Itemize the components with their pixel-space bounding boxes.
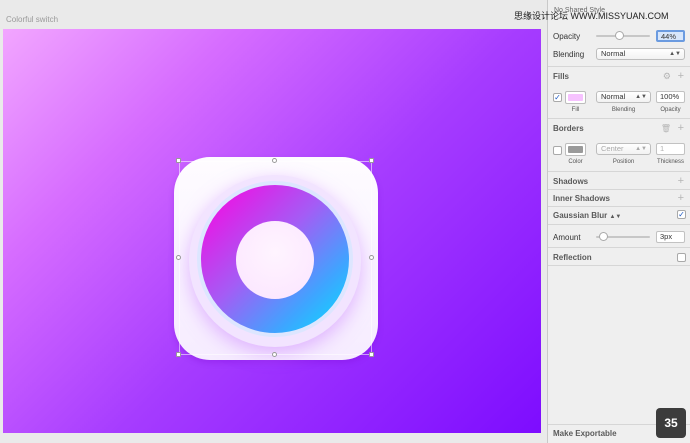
divider xyxy=(548,171,690,172)
inner-shadows-title: Inner Shadows xyxy=(553,194,610,203)
fill-blending-value: Normal xyxy=(601,92,626,101)
amount-row: Amount 3px xyxy=(548,230,690,244)
border-color-swatch xyxy=(568,146,583,153)
gaussian-blur-checkbox[interactable]: ✓ xyxy=(677,210,686,219)
blending-row: Blending Normal ▲▼ xyxy=(548,47,690,61)
resize-handle-top-left[interactable] xyxy=(176,158,181,163)
ring-center[interactable] xyxy=(236,221,314,299)
stepper-arrows-icon: ▲▼ xyxy=(669,51,681,57)
gaussian-blur-select[interactable]: Gaussian Blur ▲▼ xyxy=(553,211,621,220)
stepper-arrows-icon: ▲▼ xyxy=(635,146,647,152)
border-thickness-sublabel: Thickness xyxy=(656,159,684,165)
border-position-select[interactable]: Center ▲▼ xyxy=(596,143,651,155)
border-color-sublabel: Color xyxy=(568,159,583,165)
fill-blending-select[interactable]: Normal ▲▼ xyxy=(596,91,651,103)
fill-opacity-sublabel: Opacity xyxy=(660,107,681,113)
checkmark-icon: ✓ xyxy=(554,93,561,102)
add-border-plus-icon[interactable]: + xyxy=(678,123,684,134)
fill-sublabel: Fill xyxy=(571,107,580,113)
step-number-badge: 35 xyxy=(656,408,686,438)
gear-icon[interactable]: ⚙ xyxy=(663,72,671,81)
divider xyxy=(548,265,690,266)
opacity-row: Opacity 44% xyxy=(548,29,690,43)
stepper-arrows-icon: ▲▼ xyxy=(609,214,622,220)
border-thickness-input[interactable]: 1 xyxy=(656,143,685,155)
divider xyxy=(548,224,690,225)
fill-blending-sublabel: Blending xyxy=(611,107,636,113)
trash-icon[interactable]: 🗑 xyxy=(661,124,671,133)
opacity-slider-knob[interactable] xyxy=(615,31,625,40)
checkmark-icon: ✓ xyxy=(678,210,685,219)
amount-slider-knob[interactable] xyxy=(598,232,608,241)
blending-select-value: Normal xyxy=(601,49,626,58)
resize-handle-left[interactable] xyxy=(176,255,181,260)
artboard-label[interactable]: Colorful switch xyxy=(6,15,58,24)
amount-input[interactable]: 3px xyxy=(656,231,685,243)
blending-label: Blending xyxy=(553,50,585,59)
add-shadow-plus-icon[interactable]: + xyxy=(678,176,684,187)
artboard[interactable] xyxy=(3,29,541,433)
border-position-sublabel: Position xyxy=(612,159,635,165)
switch-icon-group[interactable] xyxy=(174,157,378,360)
divider xyxy=(548,206,690,207)
fill-opacity-input[interactable]: 100% xyxy=(656,91,685,103)
fill-color-swatch xyxy=(568,94,583,101)
divider xyxy=(548,66,690,67)
fill-enabled-checkbox[interactable]: ✓ xyxy=(553,93,562,102)
divider xyxy=(548,118,690,119)
reflection-title: Reflection xyxy=(553,253,592,262)
border-color-well[interactable] xyxy=(565,143,586,156)
canvas-area[interactable]: Colorful switch xyxy=(0,0,547,443)
border-position-value: Center xyxy=(601,144,624,153)
resize-handle-top[interactable] xyxy=(272,158,277,163)
resize-handle-bottom-left[interactable] xyxy=(176,352,181,357)
resize-handle-bottom-right[interactable] xyxy=(369,352,374,357)
reflection-checkbox[interactable] xyxy=(677,253,686,262)
border-enabled-checkbox[interactable] xyxy=(553,146,562,155)
resize-handle-top-right[interactable] xyxy=(369,158,374,163)
divider xyxy=(548,247,690,248)
gaussian-blur-title: Gaussian Blur xyxy=(553,211,608,220)
fill-color-well[interactable] xyxy=(565,91,586,104)
watermark-text: 思缘设计论坛 WWW.MISSYUAN.COM xyxy=(514,11,669,21)
divider xyxy=(548,189,690,190)
make-exportable-button[interactable]: Make Exportable xyxy=(553,429,617,438)
borders-title: Borders xyxy=(553,124,584,133)
shadows-title: Shadows xyxy=(553,177,589,186)
resize-handle-bottom[interactable] xyxy=(272,352,277,357)
add-fill-plus-icon[interactable]: + xyxy=(678,71,684,82)
resize-handle-right[interactable] xyxy=(369,255,374,260)
amount-label: Amount xyxy=(553,233,581,242)
stepper-arrows-icon: ▲▼ xyxy=(635,94,647,100)
inspector-panel: No Shared Style Opacity 44% Blending Nor… xyxy=(547,0,690,443)
blending-select[interactable]: Normal ▲▼ xyxy=(596,48,685,60)
add-inner-shadow-plus-icon[interactable]: + xyxy=(678,193,684,204)
fills-title: Fills xyxy=(553,72,570,81)
opacity-input[interactable]: 44% xyxy=(656,30,685,42)
opacity-label: Opacity xyxy=(553,32,581,41)
